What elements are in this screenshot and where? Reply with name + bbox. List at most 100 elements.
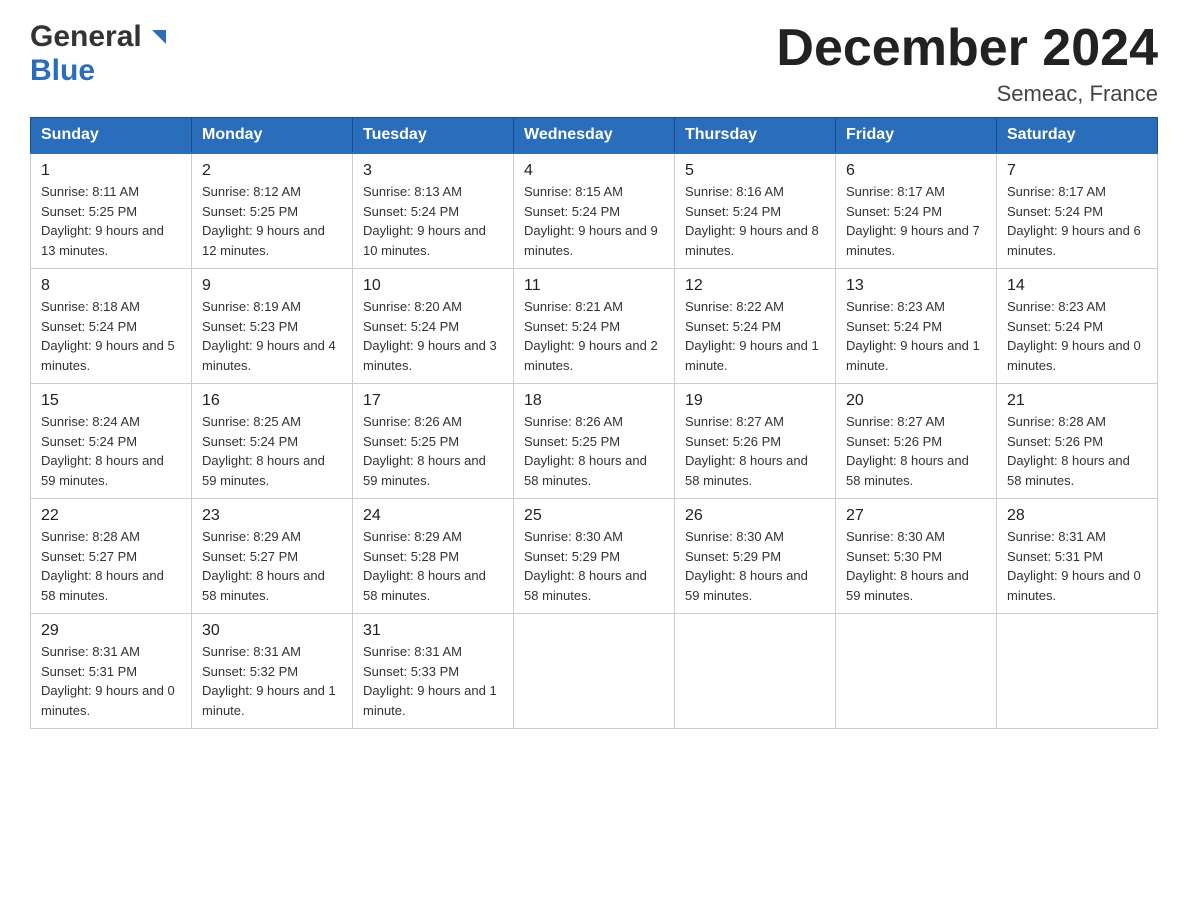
table-row: 9 Sunrise: 8:19 AM Sunset: 5:23 PM Dayli… (192, 269, 353, 384)
sunrise-label: Sunrise: 8:30 AM (846, 529, 945, 544)
sunrise-label: Sunrise: 8:29 AM (363, 529, 462, 544)
sunset-label: Sunset: 5:25 PM (363, 434, 459, 449)
day-info: Sunrise: 8:19 AM Sunset: 5:23 PM Dayligh… (202, 297, 342, 375)
daylight-label: Daylight: 8 hours and 58 minutes. (202, 568, 325, 603)
day-info: Sunrise: 8:17 AM Sunset: 5:24 PM Dayligh… (1007, 182, 1147, 260)
daylight-label: Daylight: 9 hours and 1 minute. (363, 683, 497, 718)
daylight-label: Daylight: 8 hours and 58 minutes. (524, 568, 647, 603)
day-info: Sunrise: 8:23 AM Sunset: 5:24 PM Dayligh… (846, 297, 986, 375)
day-number: 16 (202, 392, 342, 410)
day-info: Sunrise: 8:29 AM Sunset: 5:28 PM Dayligh… (363, 527, 503, 605)
sunset-label: Sunset: 5:24 PM (202, 434, 298, 449)
sunset-label: Sunset: 5:24 PM (363, 319, 459, 334)
day-info: Sunrise: 8:23 AM Sunset: 5:24 PM Dayligh… (1007, 297, 1147, 375)
sunrise-label: Sunrise: 8:31 AM (363, 644, 462, 659)
day-number: 27 (846, 507, 986, 525)
sunset-label: Sunset: 5:24 PM (363, 204, 459, 219)
daylight-label: Daylight: 8 hours and 58 minutes. (363, 568, 486, 603)
table-row: 31 Sunrise: 8:31 AM Sunset: 5:33 PM Dayl… (353, 614, 514, 729)
sunset-label: Sunset: 5:25 PM (202, 204, 298, 219)
header-friday: Friday (836, 118, 997, 154)
sunrise-label: Sunrise: 8:30 AM (685, 529, 784, 544)
day-number: 14 (1007, 277, 1147, 295)
sunrise-label: Sunrise: 8:29 AM (202, 529, 301, 544)
day-number: 15 (41, 392, 181, 410)
table-row: 11 Sunrise: 8:21 AM Sunset: 5:24 PM Dayl… (514, 269, 675, 384)
day-info: Sunrise: 8:13 AM Sunset: 5:24 PM Dayligh… (363, 182, 503, 260)
day-number: 7 (1007, 162, 1147, 180)
sunset-label: Sunset: 5:24 PM (846, 319, 942, 334)
sunrise-label: Sunrise: 8:19 AM (202, 299, 301, 314)
sunset-label: Sunset: 5:24 PM (846, 204, 942, 219)
sunset-label: Sunset: 5:27 PM (41, 549, 137, 564)
table-row: 23 Sunrise: 8:29 AM Sunset: 5:27 PM Dayl… (192, 499, 353, 614)
header-thursday: Thursday (675, 118, 836, 154)
table-row: 10 Sunrise: 8:20 AM Sunset: 5:24 PM Dayl… (353, 269, 514, 384)
daylight-label: Daylight: 9 hours and 12 minutes. (202, 223, 325, 258)
day-info: Sunrise: 8:11 AM Sunset: 5:25 PM Dayligh… (41, 182, 181, 260)
day-info: Sunrise: 8:27 AM Sunset: 5:26 PM Dayligh… (685, 412, 825, 490)
day-info: Sunrise: 8:17 AM Sunset: 5:24 PM Dayligh… (846, 182, 986, 260)
daylight-label: Daylight: 9 hours and 8 minutes. (685, 223, 819, 258)
day-info: Sunrise: 8:16 AM Sunset: 5:24 PM Dayligh… (685, 182, 825, 260)
table-row: 18 Sunrise: 8:26 AM Sunset: 5:25 PM Dayl… (514, 384, 675, 499)
sunrise-label: Sunrise: 8:27 AM (846, 414, 945, 429)
daylight-label: Daylight: 9 hours and 4 minutes. (202, 338, 336, 373)
sunset-label: Sunset: 5:24 PM (524, 319, 620, 334)
daylight-label: Daylight: 8 hours and 58 minutes. (524, 453, 647, 488)
sunset-label: Sunset: 5:33 PM (363, 664, 459, 679)
daylight-label: Daylight: 9 hours and 2 minutes. (524, 338, 658, 373)
table-row: 20 Sunrise: 8:27 AM Sunset: 5:26 PM Dayl… (836, 384, 997, 499)
calendar-week-row: 1 Sunrise: 8:11 AM Sunset: 5:25 PM Dayli… (31, 153, 1158, 269)
daylight-label: Daylight: 9 hours and 0 minutes. (1007, 338, 1141, 373)
sunset-label: Sunset: 5:23 PM (202, 319, 298, 334)
header-monday: Monday (192, 118, 353, 154)
day-info: Sunrise: 8:24 AM Sunset: 5:24 PM Dayligh… (41, 412, 181, 490)
sunrise-label: Sunrise: 8:16 AM (685, 184, 784, 199)
sunset-label: Sunset: 5:24 PM (685, 319, 781, 334)
sunrise-label: Sunrise: 8:20 AM (363, 299, 462, 314)
sunset-label: Sunset: 5:30 PM (846, 549, 942, 564)
day-number: 4 (524, 162, 664, 180)
table-row: 25 Sunrise: 8:30 AM Sunset: 5:29 PM Dayl… (514, 499, 675, 614)
calendar-week-row: 8 Sunrise: 8:18 AM Sunset: 5:24 PM Dayli… (31, 269, 1158, 384)
sunset-label: Sunset: 5:29 PM (524, 549, 620, 564)
sunset-label: Sunset: 5:29 PM (685, 549, 781, 564)
daylight-label: Daylight: 9 hours and 0 minutes. (41, 683, 175, 718)
day-info: Sunrise: 8:21 AM Sunset: 5:24 PM Dayligh… (524, 297, 664, 375)
day-number: 12 (685, 277, 825, 295)
day-number: 25 (524, 507, 664, 525)
sunset-label: Sunset: 5:32 PM (202, 664, 298, 679)
table-row (836, 614, 997, 729)
sunrise-label: Sunrise: 8:21 AM (524, 299, 623, 314)
daylight-label: Daylight: 9 hours and 3 minutes. (363, 338, 497, 373)
daylight-label: Daylight: 9 hours and 10 minutes. (363, 223, 486, 258)
day-number: 6 (846, 162, 986, 180)
day-number: 28 (1007, 507, 1147, 525)
day-info: Sunrise: 8:28 AM Sunset: 5:27 PM Dayligh… (41, 527, 181, 605)
sunrise-label: Sunrise: 8:31 AM (1007, 529, 1106, 544)
table-row: 24 Sunrise: 8:29 AM Sunset: 5:28 PM Dayl… (353, 499, 514, 614)
header-sunday: Sunday (31, 118, 192, 154)
daylight-label: Daylight: 8 hours and 58 minutes. (685, 453, 808, 488)
header-saturday: Saturday (997, 118, 1158, 154)
day-info: Sunrise: 8:15 AM Sunset: 5:24 PM Dayligh… (524, 182, 664, 260)
daylight-label: Daylight: 9 hours and 9 minutes. (524, 223, 658, 258)
table-row: 29 Sunrise: 8:31 AM Sunset: 5:31 PM Dayl… (31, 614, 192, 729)
daylight-label: Daylight: 9 hours and 6 minutes. (1007, 223, 1141, 258)
daylight-label: Daylight: 8 hours and 59 minutes. (685, 568, 808, 603)
logo-arrow-shape (146, 26, 168, 53)
sunset-label: Sunset: 5:28 PM (363, 549, 459, 564)
table-row: 27 Sunrise: 8:30 AM Sunset: 5:30 PM Dayl… (836, 499, 997, 614)
sunset-label: Sunset: 5:24 PM (1007, 319, 1103, 334)
day-number: 31 (363, 622, 503, 640)
sunset-label: Sunset: 5:24 PM (41, 434, 137, 449)
daylight-label: Daylight: 8 hours and 59 minutes. (363, 453, 486, 488)
table-row: 22 Sunrise: 8:28 AM Sunset: 5:27 PM Dayl… (31, 499, 192, 614)
day-info: Sunrise: 8:20 AM Sunset: 5:24 PM Dayligh… (363, 297, 503, 375)
table-row: 16 Sunrise: 8:25 AM Sunset: 5:24 PM Dayl… (192, 384, 353, 499)
day-info: Sunrise: 8:30 AM Sunset: 5:29 PM Dayligh… (524, 527, 664, 605)
sunrise-label: Sunrise: 8:22 AM (685, 299, 784, 314)
sunset-label: Sunset: 5:27 PM (202, 549, 298, 564)
day-number: 5 (685, 162, 825, 180)
